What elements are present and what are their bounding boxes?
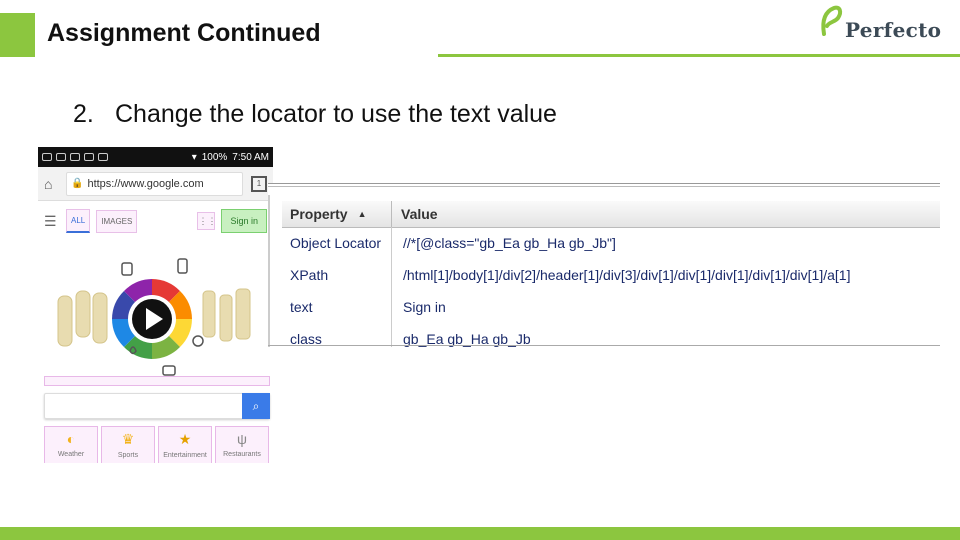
property-value: /html[1]/body[1]/div[2]/header[1]/div[3]… bbox=[403, 267, 851, 283]
search-icon[interactable]: ⌕ bbox=[242, 393, 270, 419]
battery-level: 100% bbox=[201, 151, 228, 163]
lock-icon: 🔒 bbox=[71, 178, 84, 189]
weather-icon: ◐ bbox=[66, 431, 76, 447]
notification-icon bbox=[98, 153, 108, 161]
object-properties-table: Property ▲ Value Object Locator //*[@cla… bbox=[268, 183, 940, 347]
property-name: XPath bbox=[282, 259, 392, 291]
quick-tiles: ◐ Weather ♛ Sports ★ Entertainment ψ Res… bbox=[44, 426, 269, 463]
logo-text: Perfecto bbox=[845, 18, 942, 42]
notification-icon bbox=[84, 153, 94, 161]
tile-entertainment[interactable]: ★ Entertainment bbox=[158, 426, 212, 463]
trophy-icon: ♛ bbox=[121, 431, 135, 447]
column-header-property[interactable]: Property ▲ bbox=[282, 201, 392, 227]
tile-weather[interactable]: ◐ Weather bbox=[44, 426, 98, 463]
status-time: 7:50 AM bbox=[232, 151, 269, 163]
slide-title: Assignment Continued bbox=[47, 19, 321, 47]
table-row[interactable]: class gb_Ea gb_Ha gb_Jb bbox=[282, 323, 940, 347]
property-value: //*[@class="gb_Ea gb_Ha gb_Jb"] bbox=[403, 235, 616, 251]
url-text: https://www.google.com bbox=[87, 177, 204, 190]
property-name: text bbox=[282, 291, 392, 323]
footer-accent-bar bbox=[0, 527, 960, 540]
step-number: 2. bbox=[73, 100, 94, 128]
tile-sports[interactable]: ♛ Sports bbox=[101, 426, 155, 463]
table-header: Property ▲ Value bbox=[282, 201, 940, 228]
tab-all[interactable]: ALL bbox=[66, 209, 91, 233]
notification-icon bbox=[42, 153, 52, 161]
table-row[interactable]: Object Locator //*[@class="gb_Ea gb_Ha g… bbox=[282, 227, 940, 259]
column-header-value[interactable]: Value bbox=[392, 206, 438, 222]
empty-bar bbox=[44, 376, 270, 386]
home-icon[interactable]: ⌂ bbox=[44, 177, 58, 191]
phone-screenshot: ▾ 100% 7:50 AM ⌂ 🔒 https://www.google.co… bbox=[38, 147, 273, 463]
tile-label: Sports bbox=[117, 452, 139, 459]
tab-images[interactable]: IMAGES bbox=[96, 209, 138, 233]
column-header-property-label: Property bbox=[290, 206, 348, 222]
step-instruction: 2. Change the locator to use the text val… bbox=[73, 100, 557, 129]
tile-label: Entertainment bbox=[163, 452, 207, 459]
apps-grid-icon[interactable]: ⋮⋮ bbox=[197, 212, 216, 230]
tile-label: Weather bbox=[57, 451, 85, 458]
tile-label: Restaurants bbox=[223, 451, 261, 458]
star-icon: ★ bbox=[178, 431, 192, 447]
search-input[interactable]: ⌕ bbox=[44, 393, 270, 419]
google-doodle[interactable] bbox=[38, 241, 273, 376]
fork-knife-icon: ψ bbox=[237, 431, 247, 447]
sort-ascending-icon[interactable]: ▲ bbox=[358, 209, 367, 219]
table-row[interactable]: XPath /html[1]/body[1]/div[2]/header[1]/… bbox=[282, 259, 940, 291]
tabs-icon[interactable]: 1 bbox=[251, 175, 267, 192]
property-name: class bbox=[282, 323, 392, 347]
perfecto-leaf-icon bbox=[821, 5, 843, 36]
step-text: Change the locator to use the text value bbox=[115, 100, 557, 128]
table-left-border bbox=[268, 195, 270, 347]
perfecto-logo: Perfecto bbox=[818, 4, 948, 44]
property-value: Sign in bbox=[403, 299, 446, 315]
table-top-border bbox=[268, 183, 940, 187]
browser-url-bar: ⌂ 🔒 https://www.google.com 1 bbox=[38, 167, 273, 201]
property-name: Object Locator bbox=[282, 227, 392, 259]
status-bar: ▾ 100% 7:50 AM bbox=[38, 147, 273, 167]
notification-icon bbox=[56, 153, 66, 161]
title-accent-bar bbox=[0, 13, 35, 57]
notification-icon bbox=[70, 153, 80, 161]
sign-in-button[interactable]: Sign in bbox=[221, 209, 267, 233]
table-row[interactable]: text Sign in bbox=[282, 291, 940, 323]
url-input[interactable]: 🔒 https://www.google.com bbox=[66, 171, 243, 196]
table-bottom-border bbox=[268, 345, 940, 346]
hamburger-menu-icon[interactable]: ☰ bbox=[44, 213, 60, 230]
doodle-image bbox=[57, 258, 251, 376]
title-underline bbox=[438, 54, 960, 57]
google-nav: ☰ ALL IMAGES ⋮⋮ Sign in bbox=[38, 201, 273, 241]
wifi-icon: ▾ bbox=[191, 151, 197, 163]
tile-restaurants[interactable]: ψ Restaurants bbox=[215, 426, 269, 463]
